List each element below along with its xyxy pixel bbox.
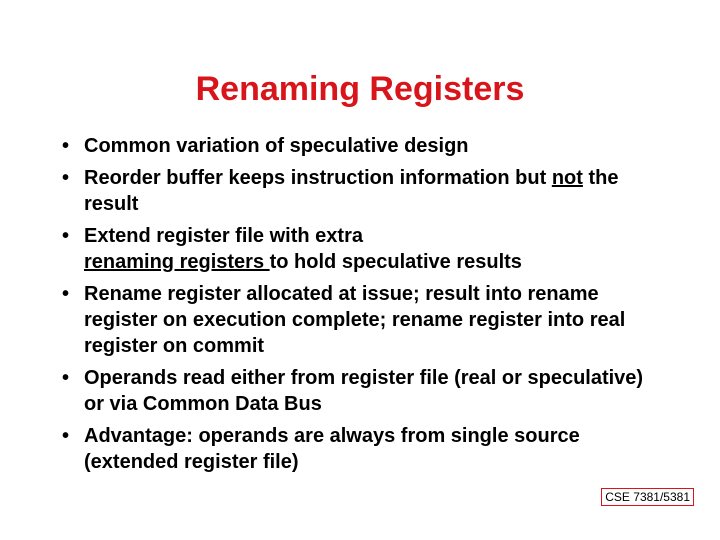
bullet-text: Reorder buffer keeps instruction informa… <box>84 167 552 189</box>
slide: Renaming Registers Common variation of s… <box>0 0 720 540</box>
bullet-underline: renaming registers <box>84 251 270 273</box>
bullet-item: Rename register allocated at issue; resu… <box>60 281 660 359</box>
bullet-item: Advantage: operands are always from sing… <box>60 423 660 475</box>
course-code-footer: CSE 7381/5381 <box>601 488 694 506</box>
slide-title: Renaming Registers <box>60 70 660 109</box>
bullet-item: Reorder buffer keeps instruction informa… <box>60 165 660 217</box>
bullet-item: Operands read either from register file … <box>60 365 660 417</box>
bullet-text: to hold speculative results <box>270 251 522 273</box>
bullet-underline: not <box>552 167 583 189</box>
bullet-item: Common variation of speculative design <box>60 133 660 159</box>
bullet-text: Extend register file with extra <box>84 225 363 247</box>
bullet-item: Extend register file with extra renaming… <box>60 223 660 275</box>
bullet-list: Common variation of speculative design R… <box>60 133 660 475</box>
